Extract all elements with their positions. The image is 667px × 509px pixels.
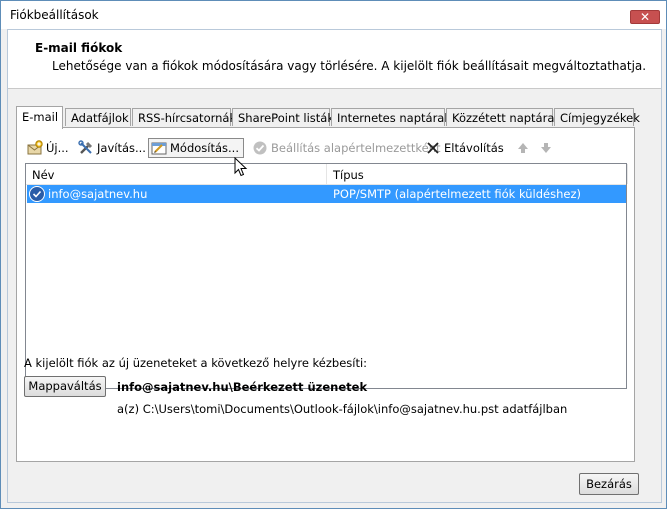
header-panel: E-mail fiókok Lehetősége van a fiókok mó…: [8, 30, 661, 89]
account-settings-window: Fiókbeállítások ✕ E-mail fiókok Lehetősé…: [0, 0, 667, 509]
account-type: POP/SMTP (alapértelmezett fiók küldéshez…: [333, 187, 581, 201]
change-account-icon: [151, 140, 167, 156]
repair-button[interactable]: Javítás...: [78, 138, 146, 158]
column-type-header[interactable]: Típus: [333, 168, 364, 182]
move-down-button[interactable]: [538, 138, 557, 158]
default-account-check-icon: [29, 186, 45, 202]
change-folder-button[interactable]: Mappaváltás: [24, 376, 106, 397]
column-name-header[interactable]: Név: [32, 168, 54, 182]
title-bar: Fiókbeállítások ✕: [1, 1, 666, 29]
set-default-button[interactable]: Beállítás alapértelmezettként: [252, 138, 441, 158]
column-divider[interactable]: [627, 164, 628, 184]
list-header: Név Típus: [26, 164, 628, 185]
new-account-label: Új...: [46, 141, 69, 155]
arrow-up-icon: [515, 140, 531, 156]
window-title: Fiókbeállítások: [10, 8, 99, 22]
header-description: Lehetősége van a fiókok módosítására vag…: [52, 59, 647, 73]
tab-address-books[interactable]: Címjegyzékek: [554, 108, 640, 126]
tools-icon: [78, 140, 94, 156]
set-default-label: Beállítás alapértelmezettként: [271, 141, 441, 155]
account-name: info@sajatnev.hu: [48, 187, 148, 201]
close-dialog-button[interactable]: Bezárás: [579, 473, 639, 495]
delivery-path: a(z) C:\Users\tomi\Documents\Outlook-fáj…: [117, 402, 568, 416]
tab-rss-feeds[interactable]: RSS-hírcsatornák: [132, 108, 236, 126]
move-up-button[interactable]: [515, 138, 534, 158]
header-title: E-mail fiókok: [35, 41, 123, 55]
tab-sharepoint-lists[interactable]: SharePoint listák: [232, 108, 334, 126]
repair-label: Javítás...: [97, 141, 146, 155]
tab-data-files[interactable]: Adatfájlok: [65, 108, 131, 126]
column-divider[interactable]: [326, 164, 327, 184]
tab-internet-calendars[interactable]: Internetes naptárak: [331, 108, 451, 126]
account-row[interactable]: info@sajatnev.hu POP/SMTP (alapértelmeze…: [27, 185, 626, 203]
change-label: Módosítás...: [170, 141, 239, 155]
new-account-icon: [27, 140, 43, 156]
check-circle-icon: [252, 140, 268, 156]
delivery-label: A kijelölt fiók az új üzeneteket a követ…: [24, 356, 368, 370]
remove-button[interactable]: Eltávolítás: [425, 138, 504, 158]
remove-x-icon: [425, 140, 441, 156]
mouse-cursor-icon: [234, 157, 248, 177]
tab-published-calendars[interactable]: Közzétett naptárak: [446, 108, 561, 126]
window-close-button[interactable]: ✕: [630, 10, 660, 24]
dialog-body: E-mail fiókok Lehetősége van a fiókok mó…: [7, 29, 662, 503]
tab-email[interactable]: E-mail: [16, 106, 63, 129]
change-button[interactable]: Módosítás...: [148, 138, 244, 158]
arrow-down-icon: [538, 140, 554, 156]
delivery-folder: info@sajatnev.hu\Beérkezett üzenetek: [117, 380, 368, 394]
new-account-button[interactable]: Új...: [27, 138, 69, 158]
account-toolbar: Új... Javítás... Módosítás... Beállítás …: [17, 136, 634, 160]
remove-label: Eltávolítás: [444, 141, 504, 155]
